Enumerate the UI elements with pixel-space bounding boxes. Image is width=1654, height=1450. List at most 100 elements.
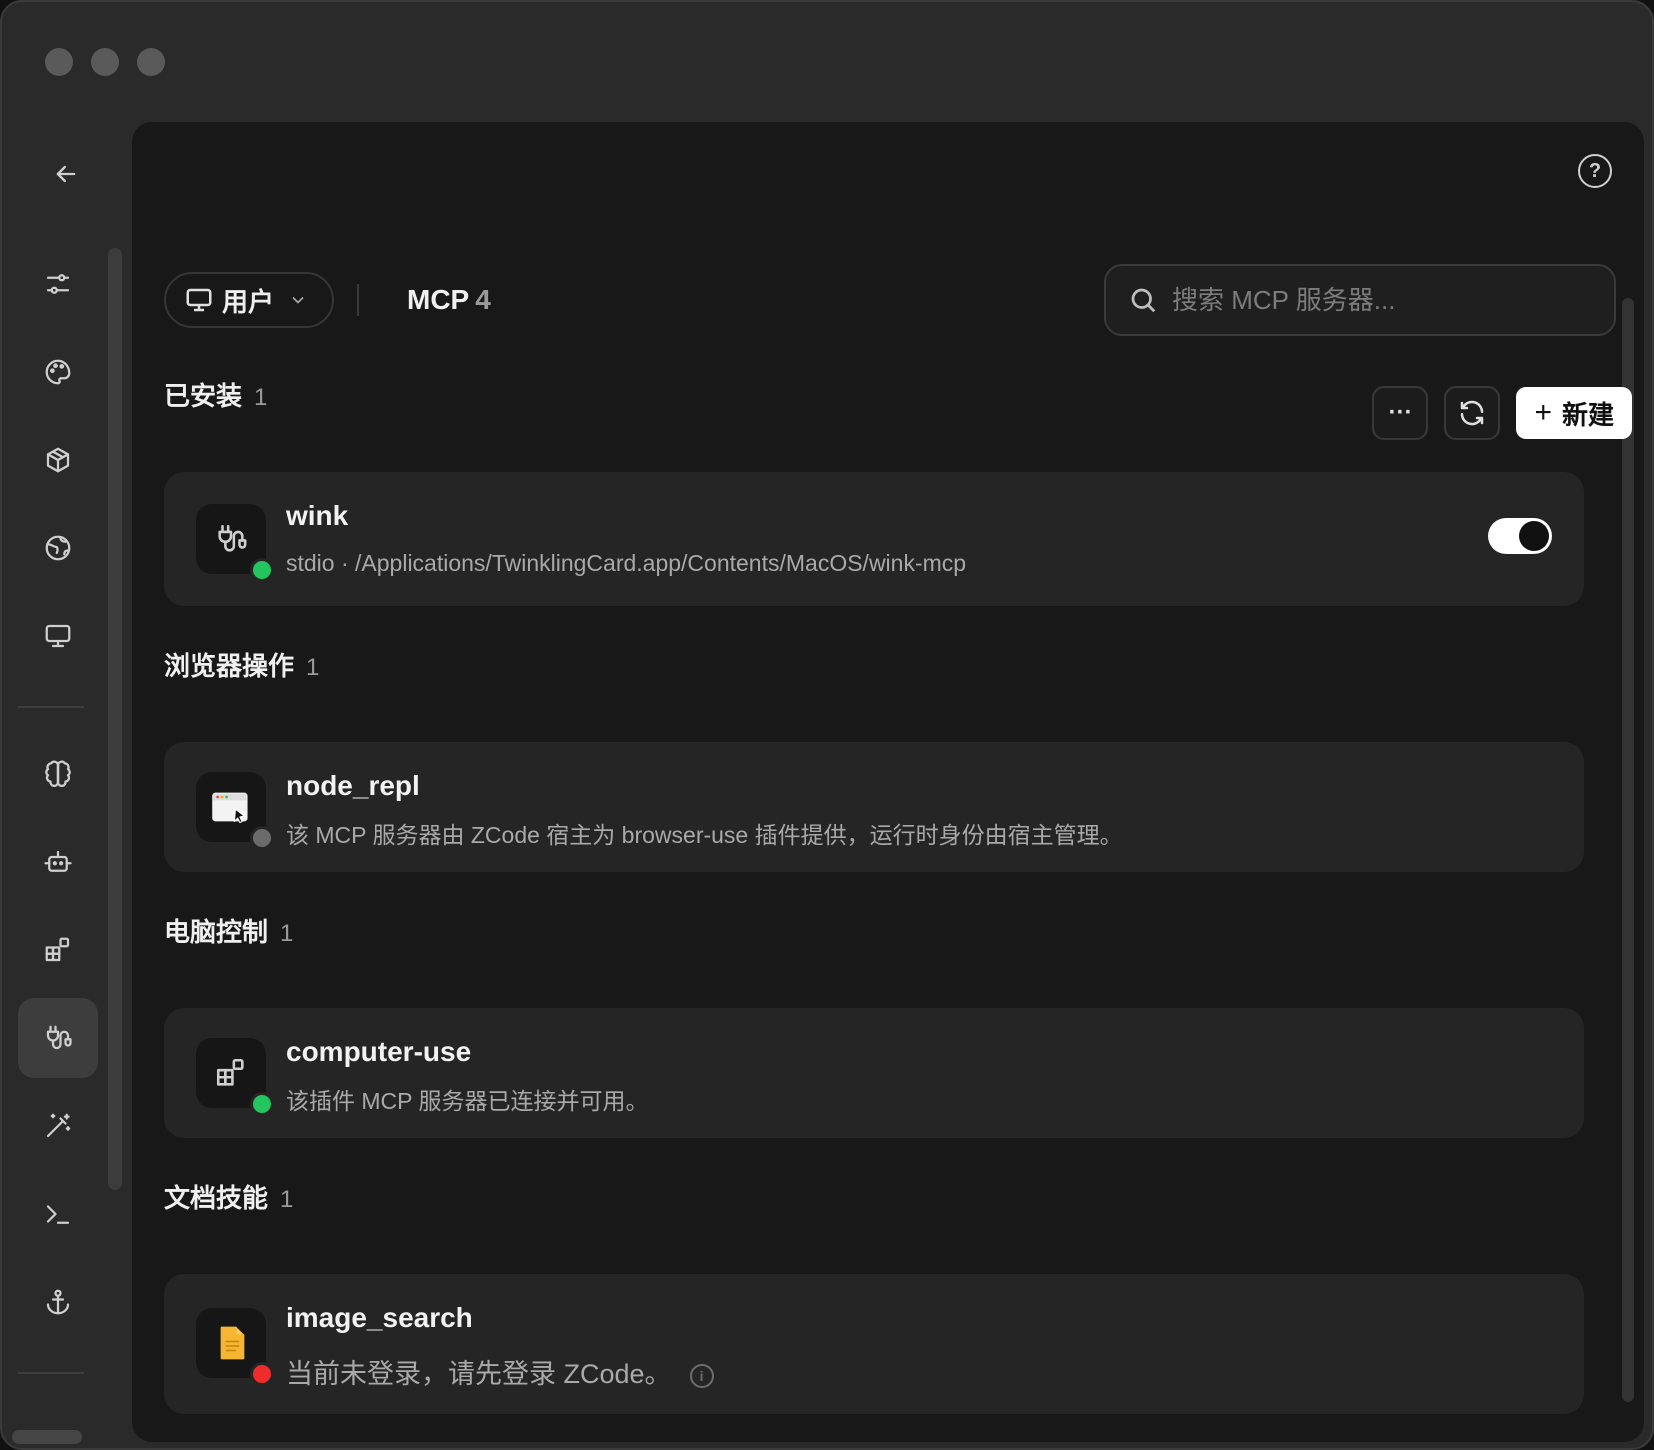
info-icon[interactable]: i	[689, 1363, 714, 1388]
server-description: 当前未登录，请先登录 ZCode。	[286, 1359, 672, 1389]
palette-icon	[45, 359, 71, 385]
section-header-installed: 已安装 1	[164, 376, 267, 413]
monitor-icon	[186, 288, 212, 312]
server-description: stdio · /Applications/TwinklingCard.app/…	[286, 550, 967, 576]
server-icon-tile	[196, 772, 274, 850]
refresh-icon	[1461, 400, 1484, 426]
sidebar-item-network[interactable]	[18, 508, 98, 588]
server-name: wink	[286, 500, 349, 531]
question-mark-icon: ?	[1588, 159, 1602, 182]
status-managed-dot	[250, 826, 274, 850]
help-button[interactable]: ?	[1578, 154, 1612, 188]
search-input[interactable]	[1172, 284, 1592, 316]
section-title: 文档技能	[164, 1183, 269, 1213]
sidebar-item-agents[interactable]	[18, 822, 98, 902]
server-description-row: 当前未登录，请先登录 ZCode。 i	[286, 1352, 714, 1391]
status-connected-dot	[250, 558, 274, 582]
extensions-icon	[45, 937, 70, 962]
sidebar-item-plugins[interactable]	[18, 910, 98, 990]
app-window: ? 用户 MCP4 已安装 1 ···	[0, 0, 1654, 1450]
new-server-button[interactable]: + 新建	[1516, 387, 1632, 439]
plug-icon	[46, 1025, 72, 1050]
section-count: 1	[280, 1186, 294, 1213]
section-title: 电脑控制	[164, 917, 269, 947]
back-button[interactable]	[44, 152, 88, 196]
page-title-count: 4	[475, 284, 491, 315]
more-options-button[interactable]: ···	[1372, 386, 1429, 440]
sidebar	[2, 122, 132, 1448]
status-error-dot	[250, 1362, 274, 1386]
anchor-icon	[46, 1289, 70, 1315]
browser-window-icon	[212, 792, 248, 824]
sidebar-scrollbar[interactable]	[108, 248, 122, 1190]
section-title: 浏览器操作	[164, 651, 295, 681]
plug-icon	[218, 524, 247, 552]
page-title: MCP 4	[407, 284, 491, 316]
mcp-settings-panel: ? 用户 MCP4 已安装 1 ···	[132, 122, 1644, 1442]
server-icon-tile	[196, 504, 274, 582]
scope-label: 用户	[222, 286, 275, 317]
sidebar-item-terminal[interactable]	[18, 1174, 98, 1254]
page-title-text: MCP	[407, 284, 470, 315]
arrow-left-icon	[56, 165, 76, 183]
sliders-icon	[46, 274, 70, 294]
globe-icon	[45, 535, 71, 561]
sidebar-item-appearance[interactable]	[18, 332, 98, 412]
server-description: 该插件 MCP 服务器已连接并可用。	[286, 1088, 649, 1114]
search-box[interactable]	[1104, 264, 1616, 336]
section-actions: ··· + 新建	[1372, 386, 1632, 440]
plus-icon: +	[1534, 396, 1552, 429]
refresh-button[interactable]	[1444, 386, 1501, 440]
status-connected-dot	[250, 1092, 274, 1116]
section-count: 1	[306, 654, 320, 681]
toggle-knob	[1519, 521, 1549, 551]
server-name: image_search	[286, 1302, 473, 1333]
scope-selector[interactable]: 用户	[164, 272, 334, 328]
server-card-node-repl[interactable]: node_repl 该 MCP 服务器由 ZCode 宿主为 browser-u…	[164, 742, 1584, 872]
sidebar-item-models[interactable]	[18, 734, 98, 814]
main-scrollbar[interactable]	[1622, 298, 1634, 1402]
section-count: 1	[280, 920, 294, 947]
more-dots-icon: ···	[1388, 399, 1413, 426]
server-icon-tile	[196, 1038, 274, 1116]
magic-wand-icon	[46, 1113, 71, 1138]
sidebar-item-general[interactable]	[18, 244, 98, 324]
section-count: 1	[254, 384, 268, 411]
section-title: 已安装	[164, 381, 243, 411]
document-icon	[220, 1326, 245, 1360]
server-name: computer-use	[286, 1036, 472, 1067]
server-card-image-search[interactable]: image_search 当前未登录，请先登录 ZCode。 i	[164, 1274, 1584, 1414]
sidebar-item-mcp[interactable]	[18, 998, 98, 1078]
sidebar-item-packages[interactable]	[18, 420, 98, 500]
monitor-icon	[45, 624, 71, 648]
search-icon	[1131, 288, 1156, 313]
server-name: node_repl	[286, 770, 420, 801]
chevron-down-icon	[292, 296, 304, 304]
window-controls	[45, 48, 165, 76]
sidebar-divider-bottom	[18, 1372, 84, 1374]
section-header-computer: 电脑控制 1	[164, 912, 293, 949]
extensions-icon	[216, 1058, 244, 1086]
terminal-icon	[46, 1205, 70, 1224]
server-description: 该 MCP 服务器由 ZCode 宿主为 browser-use 插件提供，运行…	[286, 822, 1123, 848]
package-icon	[46, 447, 70, 473]
horizontal-scrollbar[interactable]	[12, 1430, 82, 1444]
server-enabled-toggle[interactable]	[1488, 518, 1552, 554]
robot-icon	[44, 850, 72, 872]
zoom-window-button[interactable]	[137, 48, 165, 76]
sidebar-divider	[18, 706, 84, 708]
close-window-button[interactable]	[45, 48, 73, 76]
server-card-wink[interactable]: wink stdio · /Applications/TwinklingCard…	[164, 472, 1584, 606]
header-toolbar: 用户 MCP 4	[164, 264, 1616, 344]
section-header-doc-skills: 文档技能 1	[164, 1178, 293, 1215]
brain-icon	[45, 760, 71, 787]
minimize-window-button[interactable]	[91, 48, 119, 76]
new-server-label: 新建	[1561, 399, 1614, 430]
toolbar-divider	[357, 284, 359, 316]
sidebar-item-skills[interactable]	[18, 1086, 98, 1166]
section-header-browser: 浏览器操作 1	[164, 646, 319, 683]
sidebar-item-hooks[interactable]	[18, 1262, 98, 1342]
server-card-computer-use[interactable]: computer-use 该插件 MCP 服务器已连接并可用。	[164, 1008, 1584, 1138]
server-icon-tile	[196, 1308, 274, 1386]
sidebar-item-display[interactable]	[18, 596, 98, 676]
